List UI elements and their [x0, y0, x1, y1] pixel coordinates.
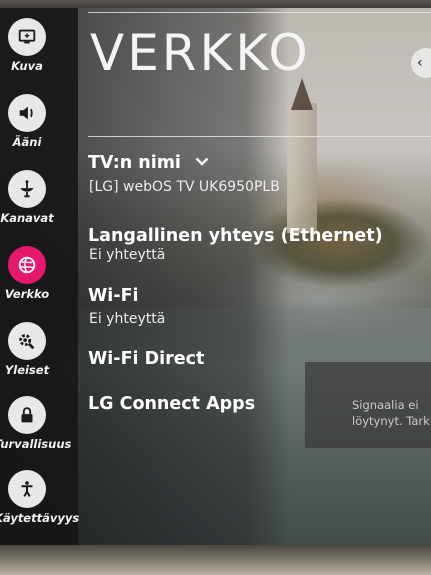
settings-sidebar: Kuva Ääni Kanavat Verkko Yleiset Turvall… — [0, 8, 80, 546]
sidebar-item-label: Kuva — [11, 59, 43, 73]
globe-icon — [8, 246, 46, 284]
sidebar-item-security[interactable]: Turvallisuus — [0, 396, 72, 466]
ethernet-setting[interactable]: Langallinen yhteys (Ethernet) — [88, 226, 383, 246]
sidebar-item-accessibility[interactable]: Käytettävyys — [0, 470, 80, 540]
sidebar-item-sound[interactable]: Ääni — [0, 94, 62, 164]
speaker-icon — [8, 94, 46, 132]
chevron-left-icon: ‹ — [417, 55, 423, 71]
wifi-setting[interactable]: Wi-Fi — [88, 286, 139, 306]
chevron-down-icon — [195, 157, 209, 166]
no-signal-text-line1: Signaalia ei — [352, 398, 419, 412]
tv-bezel-bottom — [0, 545, 431, 575]
header-divider — [88, 136, 431, 137]
no-signal-text-line2: löytynyt. Tarki — [352, 414, 431, 428]
sidebar-item-label: Verkko — [4, 287, 50, 301]
wifi-status: Ei yhteyttä — [89, 311, 166, 327]
picture-icon — [8, 18, 46, 56]
sidebar-item-label: Turvallisuus — [0, 437, 72, 451]
accessibility-icon — [8, 470, 46, 508]
ethernet-status: Ei yhteyttä — [89, 247, 166, 263]
background-church-tower — [287, 103, 317, 233]
gear-wrench-icon — [8, 322, 46, 360]
tv-name-setting[interactable]: TV:n nimi — [88, 153, 209, 173]
sidebar-item-label: Ääni — [12, 135, 42, 149]
lock-icon — [8, 396, 46, 434]
lg-connect-apps-setting[interactable]: LG Connect Apps — [88, 394, 255, 414]
antenna-icon — [8, 170, 46, 208]
sidebar-item-label: Käytettävyys — [0, 511, 80, 525]
sidebar-item-channels[interactable]: Kanavat — [0, 170, 62, 240]
sidebar-item-network[interactable]: Verkko — [0, 246, 62, 316]
sidebar-item-label: Yleiset — [4, 363, 50, 377]
wifi-direct-setting[interactable]: Wi-Fi Direct — [88, 349, 204, 369]
tv-name-value: [LG] webOS TV UK6950PLB — [89, 179, 280, 195]
page-title: VERKKO — [90, 24, 311, 82]
sidebar-item-general[interactable]: Yleiset — [0, 322, 62, 392]
background-church-spire — [291, 78, 313, 110]
sidebar-item-label: Kanavat — [0, 211, 54, 225]
tv-name-label: TV:n nimi — [88, 153, 181, 173]
top-divider — [88, 12, 431, 13]
sidebar-item-picture[interactable]: Kuva — [0, 18, 62, 88]
